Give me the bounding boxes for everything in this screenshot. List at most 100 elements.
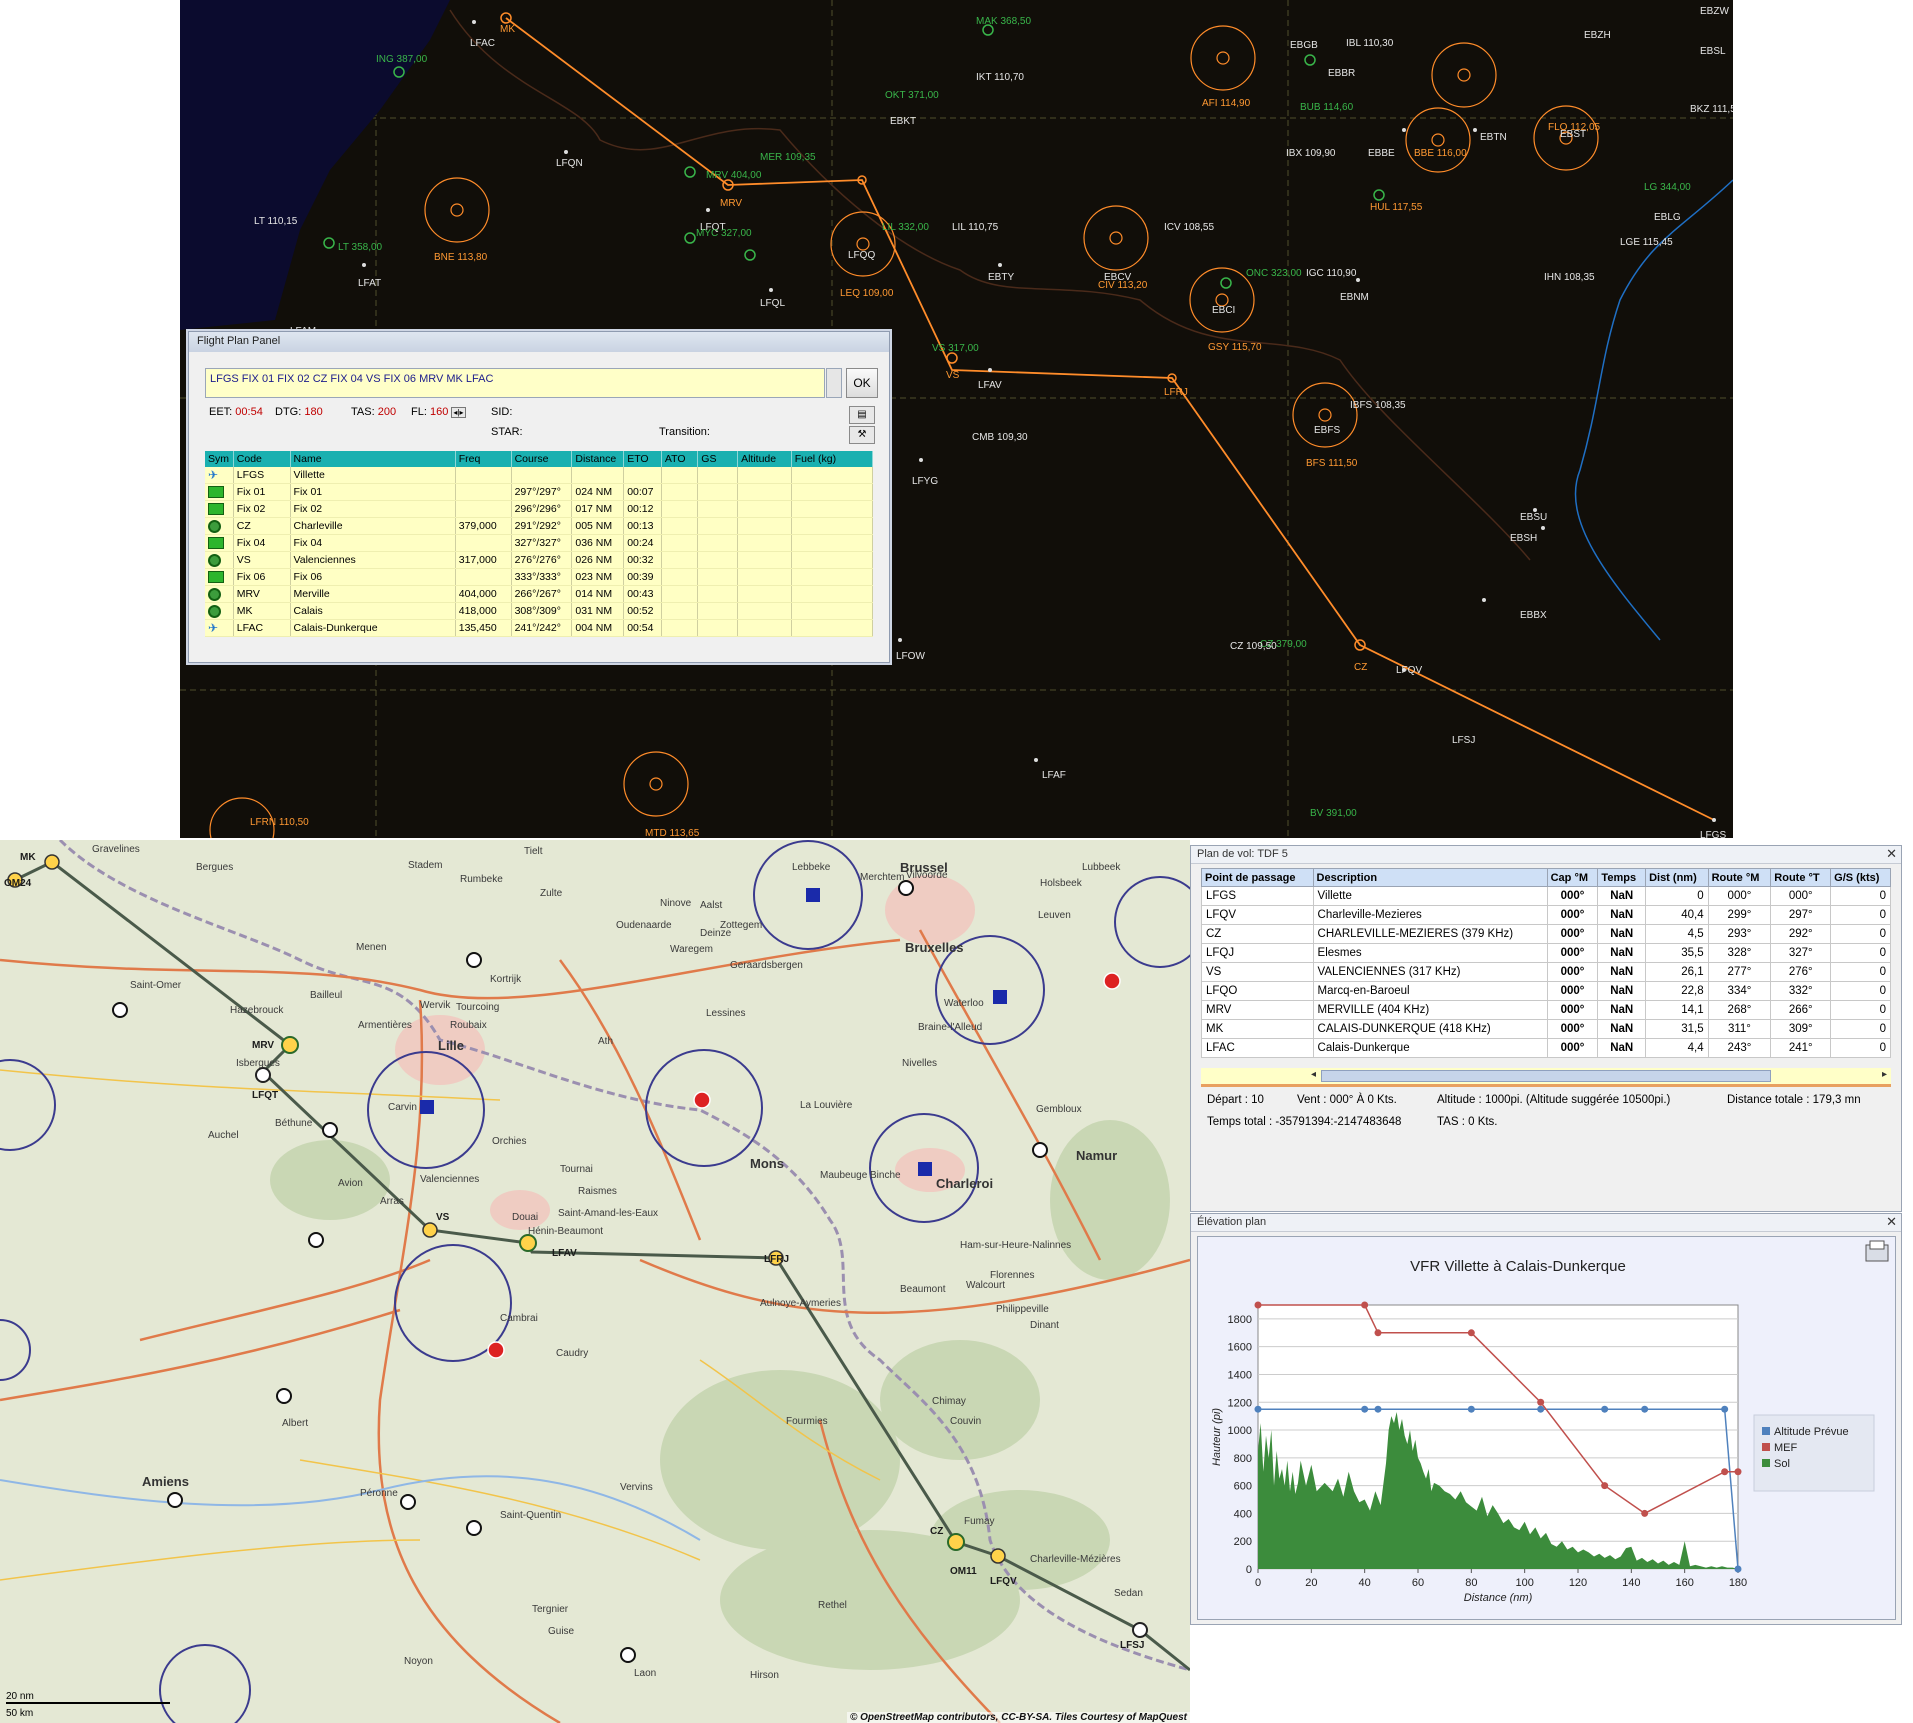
waypoint-label[interactable]: LFQV (990, 1576, 1017, 1587)
temps-cell: NaN (1597, 886, 1647, 906)
waypoint-label[interactable]: LFRJ (764, 1254, 789, 1265)
table-view-button[interactable]: ▤ (849, 406, 875, 424)
column-header[interactable]: GS (697, 451, 739, 467)
town-label: Lille (438, 1038, 465, 1053)
table-row[interactable]: LFQV Charleville-Mezieres 000° NaN 40,4 299° 2… (1201, 905, 1891, 925)
fl-spinner[interactable]: ◂|▸ (451, 407, 466, 418)
map-label: IBL 110,30 (1346, 38, 1394, 49)
table-row[interactable]: Fix 02 Fix 02 296°/296° 017 NM 00:12 (205, 500, 874, 518)
cap-cell: 000° (1546, 905, 1599, 925)
legend-label: Sol (1774, 1458, 1790, 1470)
table-row[interactable]: MRV Merville 404,000 266°/267° 014 NM 00:43 (205, 585, 874, 603)
column-header[interactable]: Freq (455, 451, 512, 467)
town-label: Lessines (706, 1008, 746, 1019)
map-label: LT 110,15 (254, 216, 298, 227)
empty-cell (791, 568, 874, 586)
empty-cell (661, 483, 699, 501)
column-header[interactable]: Code (233, 451, 291, 467)
column-header[interactable]: Cap °M (1546, 868, 1599, 887)
scroll-left-icon[interactable]: ◂ (1311, 1069, 1316, 1080)
waypoint-label[interactable]: CZ (930, 1526, 943, 1537)
temps-cell: NaN (1597, 962, 1647, 982)
table-row[interactable]: Fix 01 Fix 01 297°/297° 024 NM 00:07 (205, 483, 874, 501)
elevation-panel[interactable]: Élévation plan ✕ VFR Villette à Calais-D… (1190, 1213, 1902, 1625)
tools-button[interactable]: ⚒ (849, 426, 875, 444)
distance-cell: 017 NM (571, 500, 625, 518)
table-row[interactable]: VS VALENCIENNES (317 KHz) 000° NaN 26,1 277° 2… (1201, 962, 1891, 982)
column-header[interactable]: Temps (1597, 868, 1647, 887)
empty-cell (661, 517, 699, 535)
town-label: Oudenaarde (616, 920, 672, 931)
town-label: Philippeville (996, 1304, 1049, 1315)
column-header[interactable]: Sym (205, 451, 234, 467)
distance-cell: 005 NM (571, 517, 625, 535)
plan-de-vol-panel[interactable]: Plan de vol: TDF 5 ✕ Point de passage Des… (1190, 845, 1902, 1212)
elevation-chart-svg: VFR Villette à Calais-Dunkerque020040060… (1211, 1240, 1889, 1604)
printer-icon[interactable] (1865, 1240, 1889, 1262)
series-point (1467, 1405, 1475, 1413)
ok-button[interactable]: OK (846, 368, 878, 398)
town-label: Gravelines (92, 844, 140, 855)
temps-cell: NaN (1597, 1019, 1647, 1039)
waypoint-label[interactable]: OM11 (950, 1566, 977, 1577)
column-header[interactable]: Route °T (1770, 868, 1832, 887)
town-label: Hazebrouck (230, 1005, 284, 1016)
route-scrollbar[interactable] (826, 368, 842, 398)
fl-field[interactable]: FL: 160 ◂|▸ (411, 406, 466, 418)
course-cell: 297°/297° (511, 483, 573, 501)
table-row[interactable]: MK CALAIS-DUNKERQUE (418 KHz) 000° NaN 31,5 3… (1201, 1019, 1891, 1039)
town-label: Florennes (990, 1270, 1035, 1281)
column-header[interactable]: ETO (623, 451, 662, 467)
scroll-right-icon[interactable]: ▸ (1882, 1069, 1887, 1080)
table-row[interactable]: CZ CHARLEVILLE-MEZIERES (379 KHz) 000° NaN 4… (1201, 924, 1891, 944)
waypoint-label[interactable]: LFAV (552, 1248, 577, 1259)
waypoint-label[interactable]: MRV (252, 1040, 274, 1051)
route-string-input[interactable]: LFGS FIX 01 FIX 02 CZ FIX 04 VS FIX 06 M… (205, 368, 825, 398)
town-label: Charleville-Mézières (1030, 1554, 1121, 1565)
close-icon[interactable]: ✕ (1886, 846, 1897, 862)
waypoint-label[interactable]: VS (436, 1212, 449, 1223)
cap-cell: 000° (1546, 1019, 1599, 1039)
close-icon[interactable]: ✕ (1886, 1214, 1897, 1230)
table-row[interactable]: ✈ LFAC Calais-Dunkerque 135,450 241°/242° 004… (205, 619, 874, 637)
column-header[interactable]: Fuel (kg) (791, 451, 874, 467)
table-row[interactable]: ✈ LFGS Villette (205, 467, 874, 484)
table-row[interactable]: LFGS Villette 000° NaN 0 000° 000° 0 (1201, 886, 1891, 906)
table-row[interactable]: Fix 04 Fix 04 327°/327° 036 NM 00:24 (205, 534, 874, 552)
horizontal-scrollbar[interactable]: ◂ ▸ (1201, 1068, 1891, 1087)
vfr-map[interactable]: Gravelines Bergues Saint-Omer Hazebrouck Bai… (0, 840, 1190, 1723)
series-point (1374, 1329, 1382, 1337)
flight-plan-panel[interactable]: Flight Plan Panel LFGS FIX 01 FIX 02 CZ … (188, 331, 890, 663)
map-label: LEQ 109,00 (840, 288, 894, 299)
column-header[interactable]: ATO (661, 451, 699, 467)
waypoint-label[interactable]: OM24 (4, 878, 31, 889)
empty-cell (661, 467, 699, 484)
column-header[interactable]: Course (511, 451, 573, 467)
column-header[interactable]: Name (290, 451, 456, 467)
column-header[interactable]: Dist (nm) (1645, 868, 1709, 887)
column-header[interactable]: Distance (571, 451, 625, 467)
desc-cell: Charleville-Mezieres (1312, 905, 1548, 925)
table-row[interactable]: VS Valenciennes 317,000 276°/276° 026 NM 00:3… (205, 551, 874, 569)
column-header[interactable]: G/S (kts) (1830, 868, 1891, 887)
scrollbar-thumb[interactable] (1321, 1070, 1771, 1082)
waypoint-label[interactable]: LFQT (252, 1090, 278, 1101)
eet-value: 00:54 (235, 406, 263, 418)
table-row[interactable]: LFAC Calais-Dunkerque 000° NaN 4,4 243° 241° 0 (1201, 1038, 1891, 1058)
temps-cell: NaN (1597, 1038, 1647, 1058)
table-row[interactable]: MK Calais 418,000 308°/309° 031 NM 00:52 (205, 602, 874, 620)
column-header[interactable]: Route °M (1707, 868, 1772, 887)
town-label: Albert (282, 1418, 309, 1429)
table-row[interactable]: LFQO Marcq-en-Baroeul 000° NaN 22,8 334° 332° 0 (1201, 981, 1891, 1001)
waypoint-label[interactable]: MK (20, 852, 36, 863)
tas-info: TAS : 0 Kts. (1437, 1116, 1498, 1128)
table-row[interactable]: CZ Charleville 379,000 291°/292° 005 NM 00:13 (205, 517, 874, 535)
column-header[interactable]: Description (1312, 868, 1548, 887)
course-cell: 333°/333° (511, 568, 573, 586)
table-row[interactable]: LFQJ Elesmes 000° NaN 35,5 328° 327° 0 (1201, 943, 1891, 963)
table-row[interactable]: MRV MERVILLE (404 KHz) 000° NaN 14,1 268° 266°… (1201, 1000, 1891, 1020)
column-header[interactable]: Altitude (737, 451, 792, 467)
waypoint-label[interactable]: LFSJ (1120, 1640, 1144, 1651)
column-header[interactable]: Point de passage (1201, 868, 1314, 887)
table-row[interactable]: Fix 06 Fix 06 333°/333° 023 NM 00:39 (205, 568, 874, 586)
